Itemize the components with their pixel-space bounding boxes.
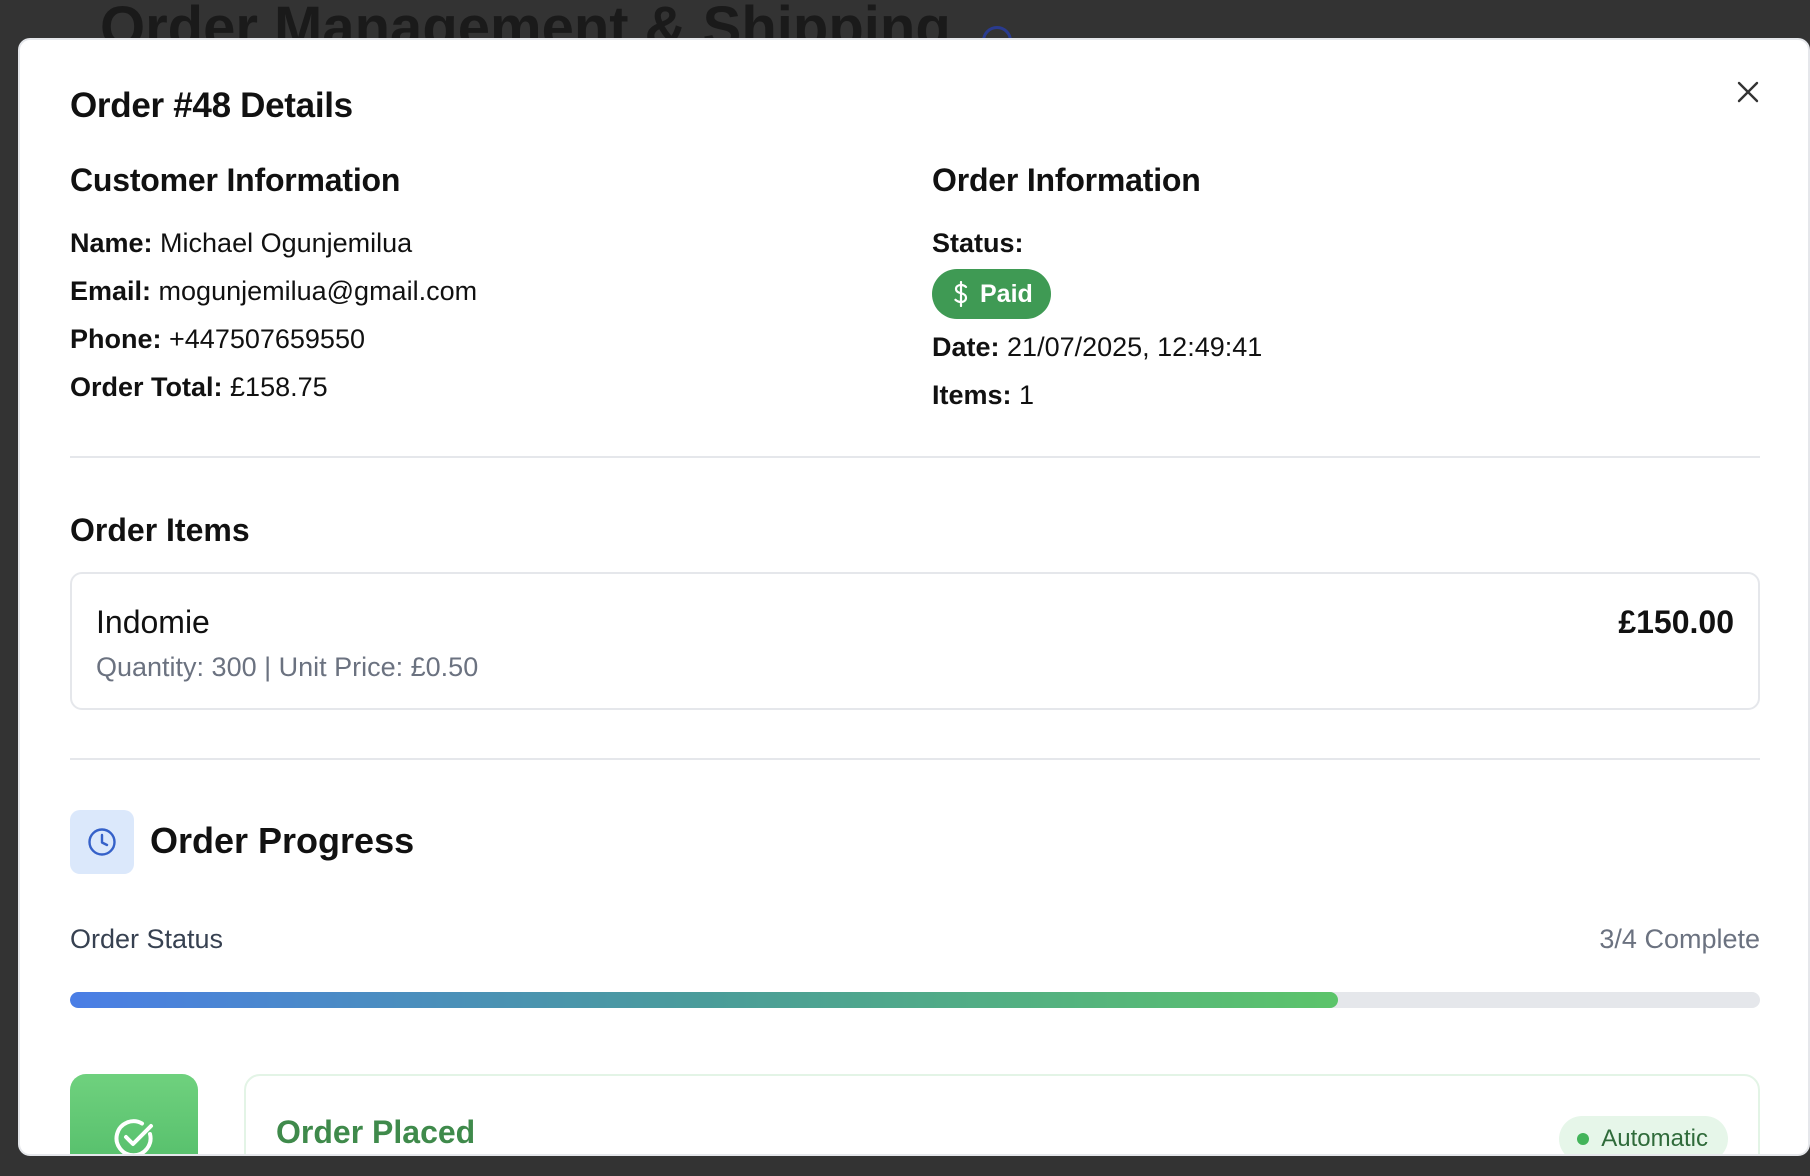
order-information-section: Order Information Status: Paid Date: 21/…	[932, 162, 1262, 419]
item-price: £150.00	[1618, 604, 1734, 640]
customer-phone: Phone: +447507659550	[70, 324, 365, 354]
status-dot	[1577, 1133, 1590, 1145]
order-date: Date: 21/07/2025, 12:49:41	[932, 332, 1263, 362]
divider	[70, 758, 1760, 760]
order-information-heading: Order Information	[932, 162, 1201, 198]
order-items-heading: Order Items	[70, 512, 250, 548]
list-item: Indomie Quantity: 300 | Unit Price: £0.5…	[70, 572, 1760, 710]
clock-icon	[88, 828, 116, 856]
modal-title: Order #48 Details	[70, 86, 353, 125]
progress-bar	[70, 992, 1760, 1008]
progress-icon-box	[70, 810, 134, 874]
close-button[interactable]	[1732, 76, 1764, 108]
close-icon	[1737, 81, 1759, 103]
customer-information-section: Customer Information Name: Michael Ogunj…	[70, 162, 477, 411]
progress-step-card: Order Placed Automatic	[244, 1074, 1760, 1154]
step-badge: Automatic	[1559, 1116, 1728, 1154]
order-total: Order Total: £158.75	[70, 372, 328, 402]
step-icon-box	[70, 1074, 198, 1154]
customer-information-heading: Customer Information	[70, 162, 401, 198]
item-details: Quantity: 300 | Unit Price: £0.50	[96, 652, 479, 682]
order-items-count: Items: 1	[932, 380, 1035, 410]
dollar-icon	[954, 281, 968, 307]
status-badge: Paid	[932, 269, 1051, 319]
customer-name: Name: Michael Ogunjemilua	[70, 228, 413, 258]
item-name: Indomie	[96, 604, 210, 640]
step-title: Order Placed	[276, 1114, 476, 1150]
order-status-label: Order Status	[70, 924, 224, 954]
order-details-modal: Order #48 Details Customer Information N…	[18, 38, 1810, 1156]
progress-bar-fill	[70, 992, 1338, 1008]
check-circle-icon	[114, 1119, 153, 1154]
status-label: Status:	[932, 228, 1024, 258]
progress-count: 3/4 Complete	[1599, 924, 1760, 954]
divider	[70, 456, 1760, 458]
customer-email: Email: mogunjemilua@gmail.com	[70, 276, 478, 306]
order-progress-heading: Order Progress	[150, 820, 415, 861]
